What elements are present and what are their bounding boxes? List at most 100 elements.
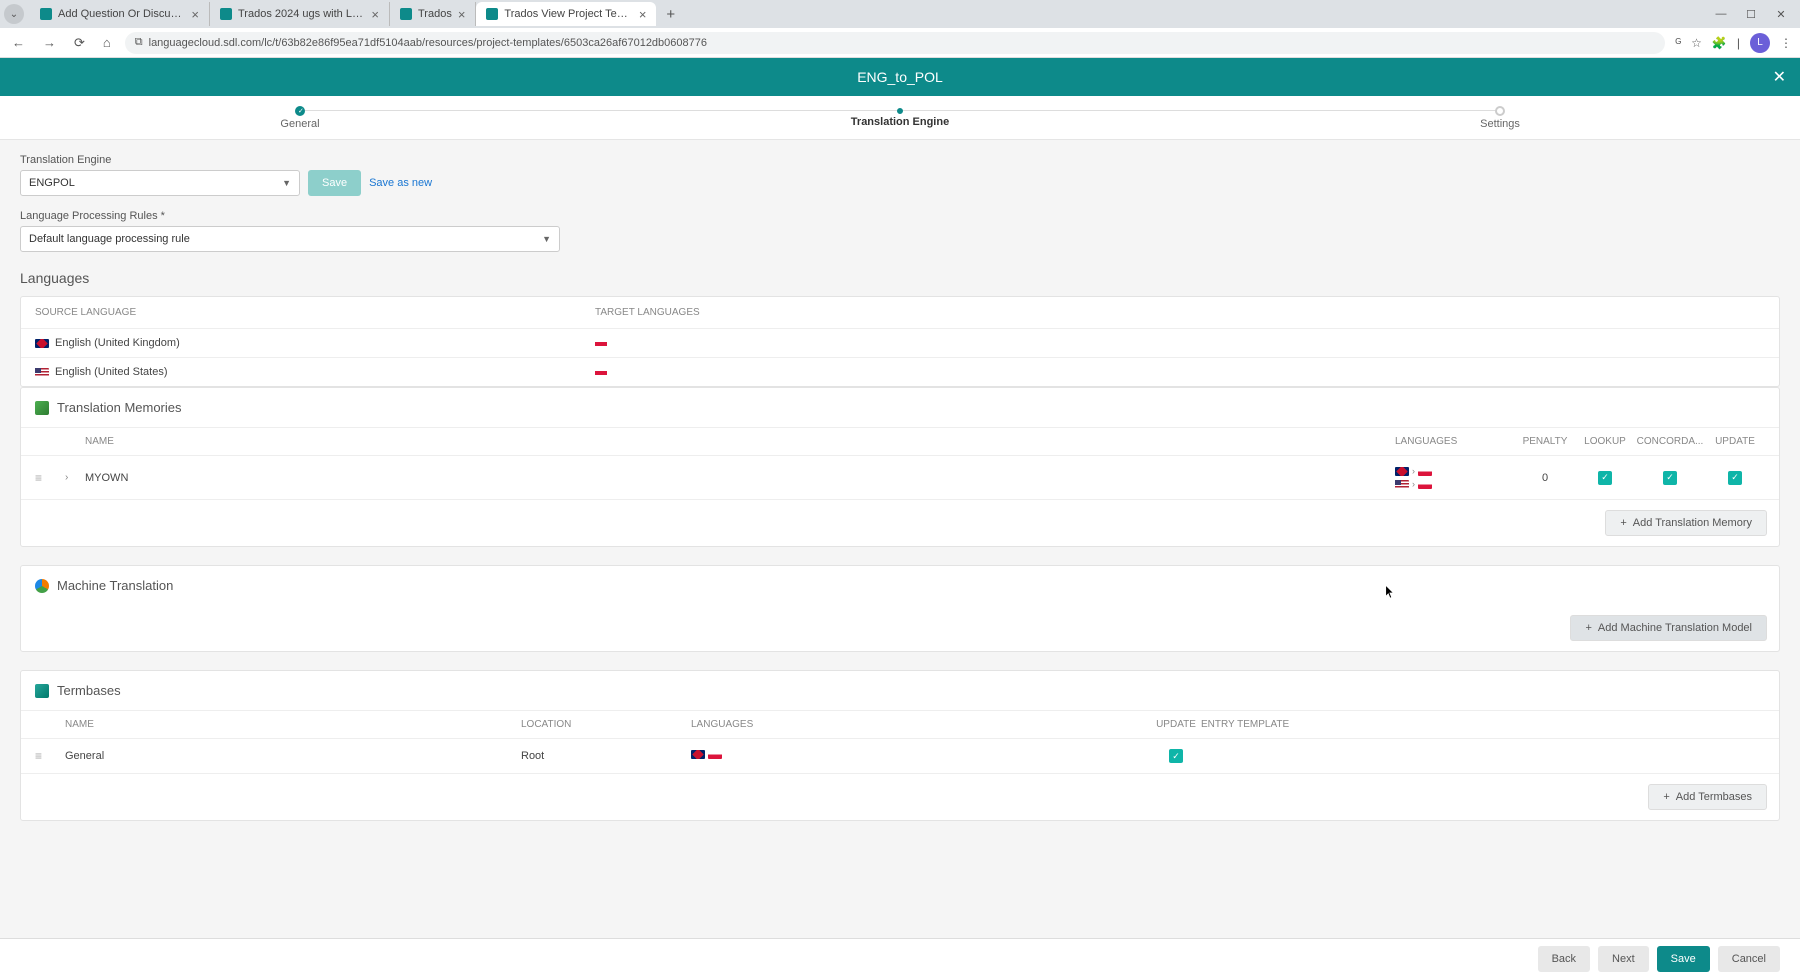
plus-icon: + [1663, 791, 1669, 803]
language-row: English (United States) [21, 358, 1779, 386]
step-translation-engine[interactable]: Translation Engine [600, 96, 1200, 139]
save-button[interactable]: Save [1657, 946, 1710, 972]
next-button[interactable]: Next [1598, 946, 1649, 972]
header-location: LOCATION [521, 719, 691, 730]
expand-icon[interactable]: › [65, 472, 85, 483]
add-translation-memory-button[interactable]: + Add Translation Memory [1605, 510, 1767, 536]
menu-icon[interactable]: ⋮ [1780, 36, 1792, 50]
tab-0[interactable]: Add Question Or Discussion - S × [30, 2, 210, 26]
cancel-button[interactable]: Cancel [1718, 946, 1780, 972]
back-icon[interactable]: ← [8, 35, 29, 50]
panel-header: Machine Translation [21, 566, 1779, 605]
field-translation-engine: Translation Engine ENGPOL ▼ Save Save as… [20, 154, 1780, 196]
language-row: English (United Kingdom) [21, 329, 1779, 358]
header-source: SOURCE LANGUAGE [35, 307, 595, 318]
tab-1[interactable]: Trados 2024 ugs with Languag × [210, 2, 390, 26]
chevron-down-icon: ▼ [282, 178, 291, 188]
close-icon[interactable]: × [639, 7, 647, 22]
lookup-checkbox[interactable]: ✓ [1598, 471, 1612, 485]
wizard-footer: Back Next Save Cancel [0, 938, 1800, 978]
modal-title: ENG_to_POL [857, 69, 943, 85]
tm-icon [35, 401, 49, 415]
tm-table-head: NAME LANGUAGES PENALTY LOOKUP CONCORDA..… [21, 427, 1779, 456]
reload-icon[interactable]: ⟳ [70, 35, 89, 51]
tab-2[interactable]: Trados × [390, 2, 476, 26]
close-icon[interactable]: ✕ [1773, 67, 1786, 87]
engine-select[interactable]: ENGPOL ▼ [20, 170, 300, 196]
flag-us-icon [35, 368, 49, 377]
browser-chrome: ⌄ Add Question Or Discussion - S × Trado… [0, 0, 1800, 58]
back-button[interactable]: Back [1538, 946, 1590, 972]
save-as-new-link[interactable]: Save as new [369, 177, 432, 189]
machine-translation-panel: Machine Translation + Add Machine Transl… [20, 565, 1780, 652]
url-text: languagecloud.sdl.com/lc/t/63b82e86f95ea… [149, 37, 707, 49]
add-termbases-button[interactable]: + Add Termbases [1648, 784, 1767, 810]
flag-pl-icon [1418, 467, 1432, 476]
tab-3[interactable]: Trados View Project Template × [476, 2, 656, 26]
wizard-stepper: General Translation Engine Settings [0, 96, 1800, 140]
step-dot-icon [897, 108, 903, 114]
drag-handle-icon[interactable]: ≡ [35, 471, 65, 485]
header-update: UPDATE [1151, 719, 1201, 730]
address-bar: ← → ⟳ ⌂ ⧉ languagecloud.sdl.com/lc/t/63b… [0, 28, 1800, 58]
field-label: Language Processing Rules * [20, 210, 1780, 222]
bookmark-icon[interactable]: ☆ [1691, 36, 1702, 50]
rules-select[interactable]: Default language processing rule ▼ [20, 226, 560, 252]
tb-table-head: NAME LOCATION LANGUAGES UPDATE ENTRY TEM… [21, 710, 1779, 739]
tm-row: ≡ › MYOWN › › 0 ✓ ✓ ✓ [21, 456, 1779, 500]
minimize-icon[interactable]: — [1706, 8, 1736, 21]
flag-us-icon [1395, 480, 1409, 489]
step-dot-icon [1495, 106, 1505, 116]
select-value: Default language processing rule [29, 233, 190, 245]
panel-title: Translation Memories [57, 400, 182, 415]
update-checkbox[interactable]: ✓ [1728, 471, 1742, 485]
flag-pl-icon [595, 371, 607, 375]
avatar[interactable]: L [1750, 33, 1770, 53]
site-settings-icon[interactable]: ⧉ [135, 36, 143, 49]
modal-header: ENG_to_POL ✕ [0, 58, 1800, 96]
forward-icon[interactable]: → [39, 35, 60, 50]
plus-icon: + [1585, 622, 1591, 634]
tb-update-checkbox[interactable]: ✓ [1169, 749, 1183, 763]
close-window-icon[interactable]: ✕ [1766, 8, 1796, 21]
header-penalty: PENALTY [1515, 436, 1575, 447]
tab-title: Trados View Project Template [504, 8, 632, 20]
termbases-panel: Termbases NAME LOCATION LANGUAGES UPDATE… [20, 670, 1780, 821]
save-engine-button[interactable]: Save [308, 170, 361, 196]
step-general[interactable]: General [0, 96, 600, 139]
select-value: ENGPOL [29, 177, 75, 189]
tab-title: Trados 2024 ugs with Languag [238, 8, 365, 20]
step-settings[interactable]: Settings [1200, 96, 1800, 139]
header-update: UPDATE [1705, 436, 1765, 447]
add-mt-model-button[interactable]: + Add Machine Translation Model [1570, 615, 1767, 641]
drag-handle-icon[interactable]: ≡ [35, 749, 65, 763]
field-language-rules: Language Processing Rules * Default lang… [20, 210, 1780, 252]
header-lookup: LOOKUP [1575, 436, 1635, 447]
flag-pl-icon [708, 750, 722, 759]
field-label: Translation Engine [20, 154, 1780, 166]
plus-icon: + [1620, 517, 1626, 529]
step-label: Settings [1480, 118, 1520, 130]
translate-icon[interactable]: ᴳ [1675, 36, 1681, 50]
content-area: Translation Engine ENGPOL ▼ Save Save as… [0, 140, 1800, 909]
close-icon[interactable]: × [458, 7, 466, 22]
translation-memories-panel: Translation Memories NAME LANGUAGES PENA… [20, 387, 1780, 547]
url-field[interactable]: ⧉ languagecloud.sdl.com/lc/t/63b82e86f95… [125, 32, 1665, 54]
header-entry-template: ENTRY TEMPLATE [1201, 719, 1461, 730]
close-icon[interactable]: × [191, 7, 199, 22]
tab-bar: ⌄ Add Question Or Discussion - S × Trado… [0, 0, 1800, 28]
maximize-icon[interactable]: ☐ [1736, 8, 1766, 21]
tab-search-icon[interactable]: ⌄ [4, 4, 24, 24]
concordance-checkbox[interactable]: ✓ [1663, 471, 1677, 485]
tb-name: General [65, 750, 521, 762]
favicon-icon [40, 8, 52, 20]
panel-header: Termbases [21, 671, 1779, 710]
close-icon[interactable]: × [371, 7, 379, 22]
tab-title: Trados [418, 8, 452, 20]
panel-title: Machine Translation [57, 578, 173, 593]
extensions-icon[interactable]: 🧩 [1712, 36, 1727, 50]
home-icon[interactable]: ⌂ [99, 35, 115, 50]
new-tab-button[interactable]: + [656, 6, 685, 23]
flag-uk-icon [691, 750, 705, 759]
mt-icon [35, 579, 49, 593]
